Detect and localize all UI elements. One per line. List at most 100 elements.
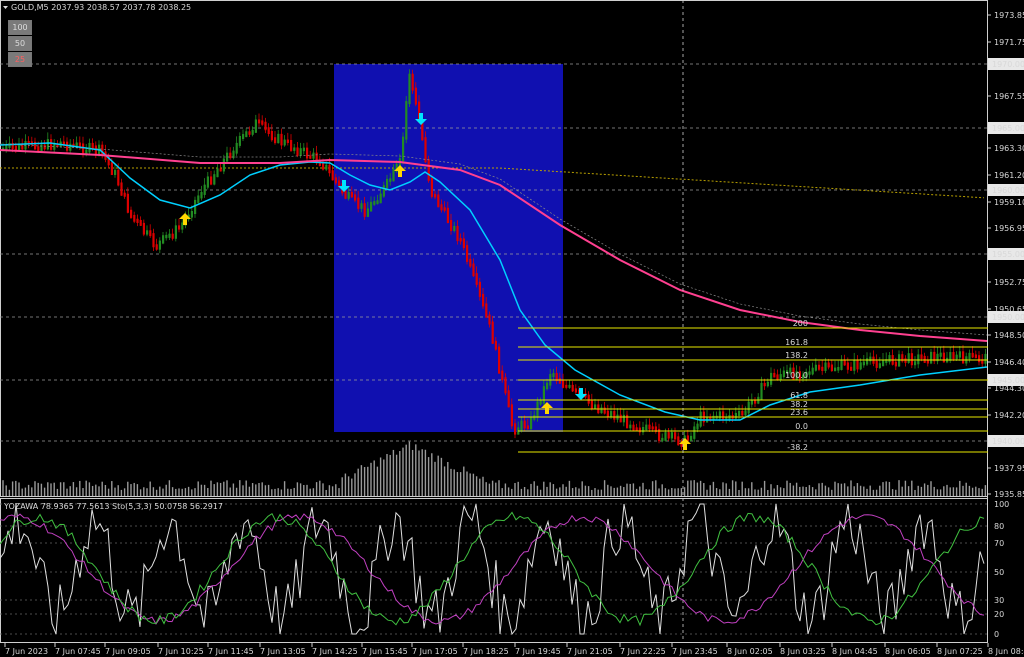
level-label: 1960.00	[992, 186, 1024, 195]
fibo-label: 0.0	[795, 422, 808, 431]
candle	[373, 201, 376, 205]
price-tick-label: 1963.30	[994, 144, 1024, 153]
price-chart[interactable]: GOLD,M5 2037.93 2038.57 2037.78 2038.25 1…	[0, 0, 1024, 657]
candle	[760, 382, 763, 400]
candle	[494, 340, 497, 350]
candle	[642, 426, 645, 433]
candle	[648, 424, 651, 430]
candle	[530, 416, 533, 430]
candle	[110, 162, 113, 175]
level-label: 1970.00	[992, 60, 1024, 69]
candle	[91, 142, 94, 149]
candle	[382, 185, 385, 197]
candle	[958, 351, 961, 358]
time-tick-label: 8 Jun 04:45	[832, 647, 878, 656]
time-tick-label: 7 Jun 07:45	[55, 647, 101, 656]
candle	[450, 220, 453, 231]
candle	[136, 218, 139, 223]
candle	[312, 152, 315, 159]
candle	[216, 168, 219, 178]
candle	[686, 435, 689, 441]
candle	[386, 178, 389, 189]
candle	[235, 142, 238, 154]
candle	[622, 414, 625, 423]
candle	[629, 424, 632, 429]
fibonacci-levels	[518, 327, 988, 453]
candle	[475, 273, 478, 285]
fibo-label: 23.6	[790, 408, 808, 417]
candle	[171, 233, 174, 239]
candle	[46, 139, 49, 150]
candle	[43, 144, 46, 150]
candle	[456, 225, 459, 242]
candle	[277, 133, 280, 144]
price-tick-label: 1973.85	[994, 11, 1024, 20]
candle	[939, 352, 942, 357]
candle	[562, 380, 565, 388]
candle	[696, 423, 699, 430]
time-tick-label: 7 Jun 19:45	[515, 647, 561, 656]
candle	[357, 197, 360, 209]
candle	[955, 354, 958, 360]
candle	[261, 120, 264, 125]
candle	[322, 163, 325, 170]
candle	[814, 364, 817, 371]
fibo-label: 200	[793, 319, 808, 328]
volume-bars	[2, 441, 987, 496]
candle	[424, 137, 427, 163]
buy-arrow-icon	[679, 438, 691, 450]
candle	[210, 176, 213, 185]
fibo-label: -38.2	[787, 443, 808, 452]
candle	[558, 378, 561, 384]
time-tick-label: 7 Jun 11:45	[208, 647, 254, 656]
candle	[293, 147, 296, 151]
candle	[920, 354, 923, 359]
candle	[667, 432, 670, 439]
candle	[8, 142, 11, 148]
candle	[651, 426, 654, 430]
candle	[213, 174, 216, 185]
candle	[603, 407, 606, 414]
level-50-button[interactable]: 50	[8, 36, 32, 51]
level-25-button[interactable]: 25	[8, 52, 32, 67]
candle	[482, 293, 485, 307]
candle	[123, 192, 126, 197]
candle	[718, 411, 721, 419]
candle	[510, 404, 513, 427]
level-label: 1950.00	[992, 313, 1024, 322]
candle	[366, 208, 369, 217]
candle	[331, 170, 334, 181]
candle	[818, 364, 821, 370]
candle	[722, 411, 725, 421]
candle	[971, 352, 974, 358]
candle	[203, 184, 206, 195]
candle	[923, 355, 926, 363]
price-tick-label: 1935.85	[994, 490, 1024, 499]
time-tick-label: 8 Jun 02:05	[727, 647, 773, 656]
level-label: 1940.00	[992, 437, 1024, 446]
candle	[565, 384, 568, 388]
candle	[485, 303, 488, 318]
candle	[165, 234, 168, 239]
candle	[587, 394, 590, 404]
candle	[158, 240, 161, 250]
time-tick-label: 7 Jun 21:05	[567, 647, 613, 656]
candle	[539, 400, 542, 405]
candle	[882, 359, 885, 367]
candle	[168, 233, 171, 238]
candle	[162, 235, 165, 244]
level-100-button[interactable]: 100	[8, 20, 32, 35]
candle	[498, 346, 501, 374]
candle	[286, 139, 289, 143]
candle	[846, 362, 849, 370]
candle	[830, 364, 833, 372]
level-label: 1955.00	[992, 250, 1024, 259]
indicator-title: YOZAWA 78.9365 77.5613 Sto(5,3,3) 50.075…	[3, 502, 223, 511]
indicator-tick-label: 50	[994, 568, 1004, 577]
candle	[750, 400, 753, 405]
time-tick-label: 7 Jun 2023	[5, 647, 48, 656]
candle	[542, 386, 545, 404]
candle	[114, 169, 117, 175]
candle	[613, 411, 616, 420]
candle	[440, 204, 443, 211]
